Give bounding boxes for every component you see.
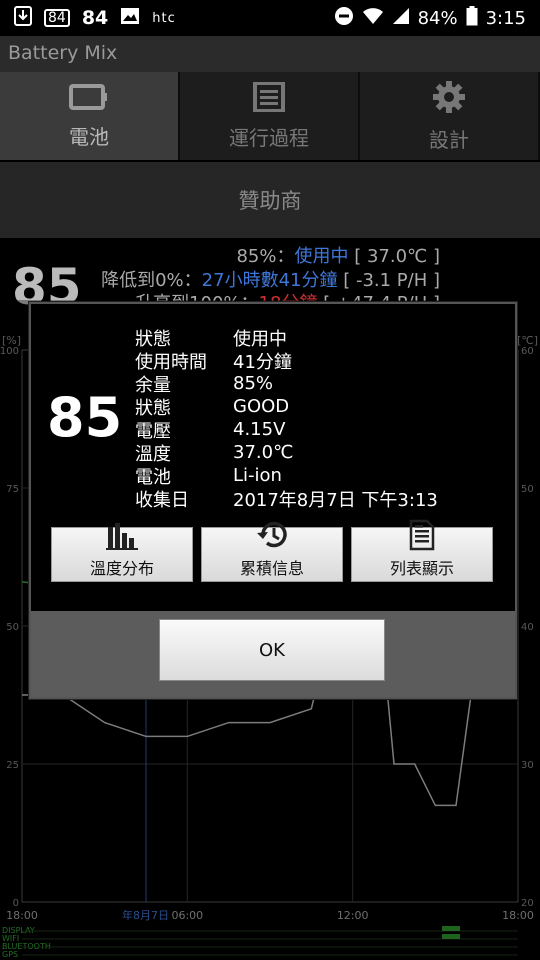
list-display-button[interactable]: 列表顯示 — [351, 519, 493, 582]
button-label: 列表顯示 — [389, 559, 454, 578]
app-title: Battery Mix — [8, 42, 118, 64]
battery-icon — [69, 83, 109, 115]
dialog-info-row: 使用時間 41分鐘 — [135, 349, 438, 373]
download-icon — [14, 5, 32, 31]
list-icon — [253, 80, 285, 116]
info-value: 85% — [233, 373, 274, 394]
tab-label: 電池 — [69, 124, 109, 149]
notification-badge: 84 — [44, 9, 70, 27]
info-key: 收集日 — [135, 489, 189, 511]
signal-icon — [392, 7, 410, 30]
tab-label: 設計 — [429, 127, 469, 152]
wifi-icon — [362, 7, 384, 30]
dialog-info-row: 溫度 37.0℃ — [135, 441, 438, 465]
battery-info-dialog: 85 狀態 使用中 使用時間 41分鐘 余量 85% 狀態 GOOD 電壓 4.15V 溫度 37.0… — [29, 302, 517, 699]
clock: 3:15 — [485, 7, 526, 29]
info-percent: 85%： — [236, 246, 295, 267]
info-value: 4.15V — [233, 419, 286, 440]
button-label: 溫度分布 — [89, 559, 154, 578]
cumulative-info-button[interactable]: 累積信息 — [201, 521, 343, 582]
status-bar: 84 84 htc 84% 3:15 — [0, 0, 540, 36]
info-value: 2017年8月7日 下午3:13 — [233, 489, 438, 511]
info-value: 41分鐘 — [233, 351, 292, 373]
info-discharge-prefix: 降低到0%： — [101, 270, 202, 291]
info-discharge-rate: [ -3.1 P/H ] — [337, 270, 440, 291]
sponsor-banner[interactable]: 贊助商 — [0, 162, 540, 238]
info-value: GOOD — [233, 396, 290, 417]
info-value: 37.0℃ — [233, 442, 294, 463]
carrier-label: htc — [152, 10, 176, 26]
notification-number: 84 — [81, 7, 109, 29]
history-icon — [255, 519, 289, 555]
info-state: 使用中 — [294, 246, 349, 267]
dialog-info-row: 收集日 2017年8月7日 下午3:13 — [135, 487, 438, 511]
dialog-info-row: 余量 85% — [135, 372, 438, 396]
bar-chart-icon — [104, 521, 140, 555]
dialog-footer: OK — [31, 611, 515, 697]
dialog-battery-level: 85 — [47, 386, 123, 449]
dialog-info-table: 狀態 使用中 使用時間 41分鐘 余量 85% 狀態 GOOD 電壓 4.15V 溫度 37.0℃ 電池… — [135, 326, 438, 511]
info-value: Li-ion — [233, 465, 282, 486]
info-line-status: 85%：使用中 [ 37.0℃ ] — [236, 242, 440, 268]
dialog-info-row: 狀態 使用中 — [135, 326, 438, 350]
tab-process[interactable]: 運行過程 — [180, 72, 360, 160]
battery-percent: 84% — [417, 7, 458, 29]
info-discharge-time: 27小時數41分鐘 — [201, 270, 338, 291]
tab-label: 運行過程 — [229, 125, 309, 150]
battery-status-icon — [466, 5, 478, 31]
do-not-disturb-icon — [334, 6, 354, 31]
sponsor-label: 贊助商 — [238, 189, 302, 213]
dialog-info-row: 電池 Li-ion — [135, 464, 438, 488]
app-title-bar: Battery Mix — [0, 36, 540, 72]
gear-icon — [432, 80, 466, 118]
dialog-info-row: 電壓 4.15V — [135, 418, 438, 442]
document-list-icon — [408, 519, 436, 555]
button-label: 累積信息 — [239, 559, 304, 578]
temperature-distribution-button[interactable]: 溫度分布 — [51, 523, 193, 582]
dialog-button-row: 溫度分布 累積信息 列表顯示 — [51, 519, 493, 582]
tab-settings[interactable]: 設計 — [360, 72, 540, 160]
tab-battery[interactable]: 電池 — [0, 72, 180, 160]
ok-button[interactable]: OK — [159, 619, 385, 681]
tab-bar: 電池 運行過程 設計 — [0, 72, 540, 160]
image-icon — [120, 7, 140, 30]
dialog-info-row: 狀態 GOOD — [135, 395, 438, 419]
info-temp: [ 37.0℃ ] — [348, 246, 440, 267]
